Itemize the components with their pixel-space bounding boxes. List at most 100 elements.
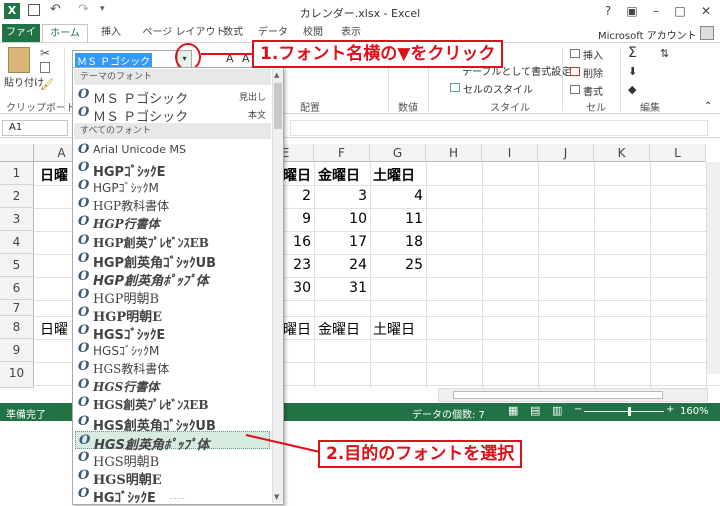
font-item-theme-body[interactable]: O ＭＳ Ｐゴシック 本文: [75, 104, 270, 125]
row-header-9[interactable]: 9: [0, 339, 34, 362]
autosum-icon[interactable]: Σ: [628, 45, 637, 61]
font-item[interactable]: O HGP創英角ﾎﾟｯﾌﾟ体: [75, 268, 270, 289]
callout-line-2: [245, 434, 321, 453]
row-header-3[interactable]: 3: [0, 208, 34, 231]
cell-g2[interactable]: 4: [370, 188, 423, 204]
opentype-icon: O: [78, 341, 90, 356]
zoom-level[interactable]: 160%: [680, 406, 709, 417]
page-layout-view-icon[interactable]: ▤: [530, 404, 540, 417]
font-item-theme-heading[interactable]: O ＭＳ Ｐゴシック 見出し: [75, 86, 270, 107]
column-header-h[interactable]: H: [426, 144, 482, 162]
paste-label[interactable]: 貼り付け: [4, 74, 44, 89]
font-item[interactable]: O HGS創英ﾌﾟﾚｾﾞﾝｽEB: [75, 394, 270, 412]
font-item[interactable]: O HGP創英角ｺﾞｼｯｸUB: [75, 250, 270, 271]
tab-insert[interactable]: 挿入: [92, 24, 130, 42]
cell-g8[interactable]: 土曜日: [373, 319, 415, 339]
sort-filter-icon[interactable]: ⇅: [660, 47, 669, 60]
font-item[interactable]: O HGP創英ﾌﾟﾚｾﾞﾝｽEB: [75, 232, 270, 250]
format-cells-button[interactable]: 書式: [583, 83, 603, 98]
minimize-button[interactable]: –: [644, 2, 668, 20]
font-item[interactable]: O HGP明朝E: [75, 304, 270, 325]
page-break-view-icon[interactable]: ▥: [552, 404, 562, 417]
cell-e1[interactable]: 曜日: [283, 165, 311, 185]
vertical-scrollbar[interactable]: [706, 162, 720, 374]
cell-f6[interactable]: 31: [314, 280, 367, 296]
font-item[interactable]: O HGS明朝B: [75, 449, 270, 470]
cell-g5[interactable]: 25: [370, 257, 423, 273]
maximize-button[interactable]: □: [668, 2, 692, 20]
column-header-i[interactable]: I: [482, 144, 538, 162]
column-header-j[interactable]: J: [538, 144, 594, 162]
cell-a1[interactable]: 日曜: [40, 165, 68, 185]
column-header-l[interactable]: L: [650, 144, 706, 162]
cell-g1[interactable]: 土曜日: [373, 165, 415, 185]
close-button[interactable]: ✕: [694, 2, 718, 20]
format-painter-icon[interactable]: 🖌: [40, 78, 54, 91]
horizontal-scrollbar[interactable]: [438, 388, 708, 402]
resize-grip-icon[interactable]: ⋯⋯: [169, 494, 185, 503]
column-header-f[interactable]: F: [314, 144, 370, 162]
cell-g4[interactable]: 18: [370, 234, 423, 250]
font-item[interactable]: O HGP明朝B: [75, 286, 270, 307]
account-name[interactable]: Microsoft アカウント: [598, 27, 697, 42]
insert-cells-button[interactable]: 挿入: [583, 47, 603, 62]
column-header-k[interactable]: K: [594, 144, 650, 162]
cell-f8[interactable]: 金曜日: [318, 319, 360, 339]
row-header-10[interactable]: 10: [0, 362, 34, 388]
row-header-1[interactable]: 1: [0, 162, 34, 185]
cell-f4[interactable]: 17: [314, 234, 367, 250]
font-item[interactable]: O Arial Unicode MS: [75, 141, 270, 159]
font-item[interactable]: O HGS創英角ﾎﾟｯﾌﾟ体: [75, 431, 270, 453]
normal-view-icon[interactable]: ▦: [508, 404, 518, 417]
select-all-corner[interactable]: [0, 144, 34, 162]
opentype-icon: O: [78, 323, 90, 338]
font-item[interactable]: O HGS創英角ｺﾞｼｯｸUB: [75, 413, 270, 434]
cell-f5[interactable]: 24: [314, 257, 367, 273]
cell-g3[interactable]: 11: [370, 211, 423, 227]
zoom-slider[interactable]: [584, 407, 664, 416]
cell-f1[interactable]: 金曜日: [318, 165, 360, 185]
fill-icon[interactable]: ⬇: [628, 65, 637, 78]
row-header-4[interactable]: 4: [0, 231, 34, 254]
font-item[interactable]: O HGS明朝E: [75, 467, 270, 488]
delete-cells-button[interactable]: 削除: [583, 65, 603, 80]
help-button[interactable]: ?: [596, 2, 620, 20]
font-item[interactable]: O HGSｺﾞｼｯｸE: [75, 322, 270, 343]
font-item[interactable]: O HGS行書体: [75, 376, 270, 394]
font-item[interactable]: O HGPｺﾞｼｯｸM: [75, 177, 270, 195]
tab-formulas[interactable]: 数式: [216, 24, 250, 42]
collapse-ribbon-icon[interactable]: ⌃: [704, 101, 712, 112]
tab-home[interactable]: ホーム: [42, 24, 88, 42]
cell-styles-button[interactable]: セルのスタイル: [463, 81, 533, 96]
cell-f2[interactable]: 3: [314, 188, 367, 204]
cell-a8[interactable]: 日曜: [40, 319, 68, 339]
font-item[interactable]: O HGS教科書体: [75, 358, 270, 376]
ribbon-display-button[interactable]: ▣: [620, 2, 644, 20]
tab-file[interactable]: ファイル: [2, 24, 40, 56]
name-box[interactable]: A1: [2, 120, 68, 136]
row-header-7[interactable]: 7: [0, 300, 34, 316]
row-header-5[interactable]: 5: [0, 254, 34, 277]
column-header-g[interactable]: G: [370, 144, 426, 162]
status-ready: 準備完了: [6, 410, 46, 421]
cell-e8[interactable]: 曜日: [283, 319, 311, 339]
copy-icon[interactable]: [40, 62, 50, 73]
cell-f3[interactable]: 10: [314, 211, 367, 227]
opentype-icon: O: [78, 468, 90, 483]
paste-icon[interactable]: [8, 47, 30, 73]
opentype-icon: O: [78, 305, 90, 320]
cut-icon[interactable]: ✂: [40, 46, 50, 60]
font-item[interactable]: O HGP行書体: [75, 213, 270, 231]
font-item[interactable]: O HGPｺﾞｼｯｸE: [75, 159, 270, 180]
formula-input[interactable]: [290, 120, 708, 136]
row-header-6[interactable]: 6: [0, 277, 34, 300]
zoom-out-icon[interactable]: −: [574, 404, 582, 415]
font-item[interactable]: O HGSｺﾞｼｯｸM: [75, 340, 270, 358]
zoom-in-icon[interactable]: +: [666, 404, 674, 415]
row-header-2[interactable]: 2: [0, 185, 34, 208]
font-item[interactable]: O HGP教科書体: [75, 195, 270, 213]
row-header-8[interactable]: 8: [0, 316, 34, 339]
font-name-box[interactable]: ＭＳ Ｐゴシック ▾: [72, 50, 192, 68]
avatar[interactable]: [700, 26, 714, 40]
clear-icon[interactable]: ◆: [628, 83, 636, 96]
